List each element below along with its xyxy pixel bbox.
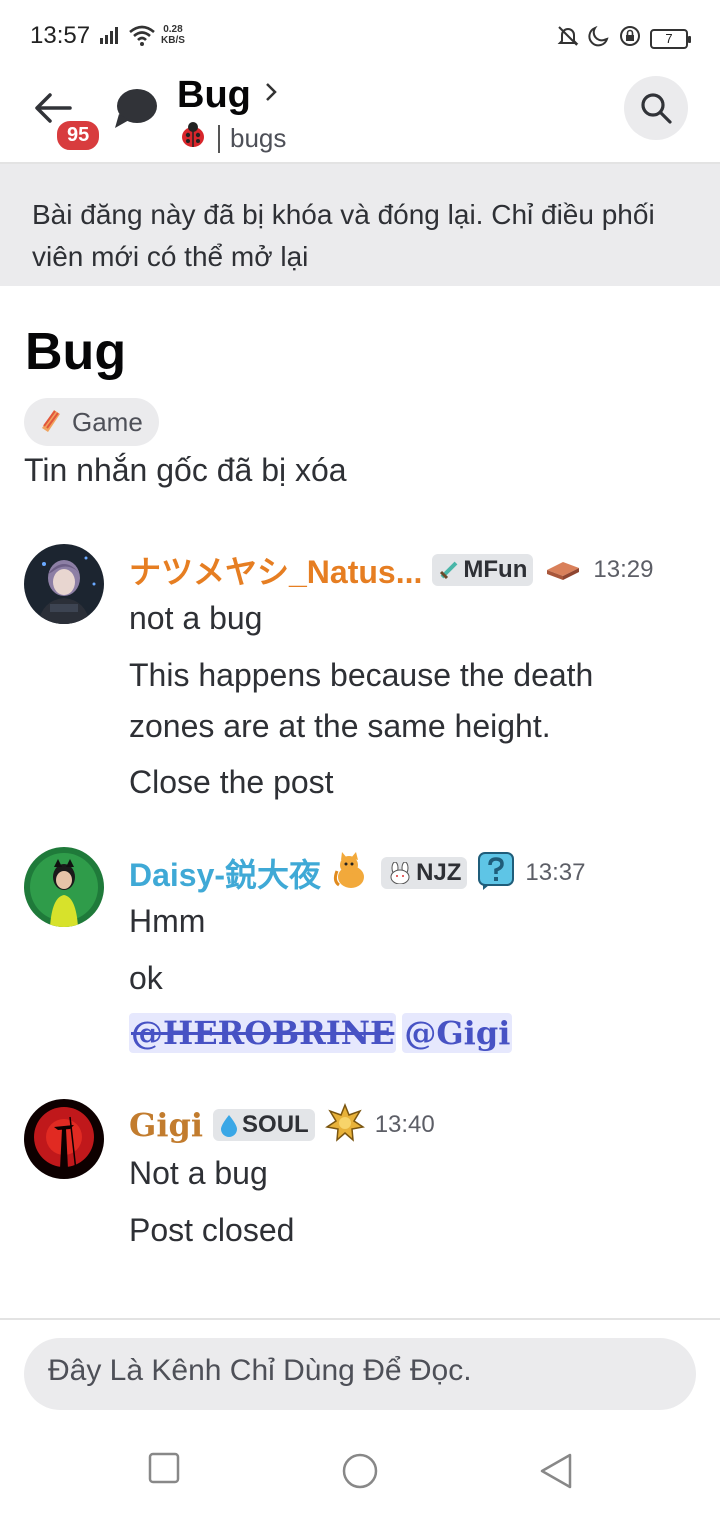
home-button[interactable] — [341, 1452, 379, 1495]
tag-label: Game — [72, 406, 143, 437]
square-icon — [148, 1452, 180, 1484]
recents-button[interactable] — [148, 1452, 180, 1489]
signal-icon — [100, 26, 124, 49]
tag-emoji-icon — [38, 406, 64, 439]
channel-separator — [218, 124, 220, 153]
composer-placeholder: Đây Là Kênh Chỉ Dùng Để Đọc. — [48, 1354, 472, 1387]
channel-name: bugs — [230, 123, 287, 153]
system-nav-bar — [0, 1428, 720, 1520]
composer-bar: Đây Là Kênh Chỉ Dùng Để Đọc. — [0, 1318, 720, 1428]
bunny-icon — [390, 862, 410, 884]
username[interactable]: Daisy-鋭大夜 — [129, 850, 321, 896]
mentions-line: @HEROBRINE @Gigi — [129, 1013, 513, 1053]
message-timestamp: 13:29 — [593, 556, 654, 583]
message-text: Post closed — [129, 1212, 295, 1248]
avatar[interactable] — [24, 1099, 104, 1179]
message-text: not a bug — [129, 600, 263, 636]
avatar[interactable] — [24, 847, 104, 927]
username[interactable]: ナツメヤシ_Natus... — [129, 547, 422, 593]
battery-level: 7 — [665, 31, 673, 46]
water-drop-icon — [221, 1115, 238, 1137]
unread-badge: 95 — [54, 118, 103, 153]
thread-bubble-icon — [113, 88, 159, 135]
brick-icon — [543, 554, 583, 587]
user-mention[interactable]: @HEROBRINE — [129, 1013, 397, 1053]
question-block-icon — [477, 851, 515, 896]
status-bar: 13:57 0.28 KB/S 7 — [0, 0, 720, 72]
locked-banner-text: Bài đăng này đã bị khóa và đóng lại. Chỉ… — [32, 199, 655, 272]
wifi-icon — [128, 24, 156, 51]
channel-link[interactable]: bugs — [178, 120, 286, 157]
search-icon — [641, 93, 672, 124]
bell-muted-icon — [556, 24, 580, 53]
message-timestamp: 13:40 — [374, 1111, 435, 1138]
message-text: zones are at the same height. — [129, 708, 551, 744]
role-tag: MFun — [432, 554, 534, 586]
post-tag[interactable]: Game — [24, 398, 159, 446]
rotation-lock-icon — [618, 24, 642, 53]
message-text: Not a bug — [129, 1155, 268, 1191]
role-tag: NJZ — [381, 857, 468, 889]
read-only-composer[interactable]: Đây Là Kênh Chỉ Dùng Để Đọc. — [24, 1338, 696, 1410]
original-deleted-notice: Tin nhắn gốc đã bị xóa — [24, 452, 347, 488]
ladybug-icon — [178, 120, 208, 157]
battery-icon: 7 — [650, 28, 691, 49]
back-nav-button[interactable] — [538, 1452, 574, 1495]
chevron-right-icon — [263, 80, 279, 111]
circle-icon — [342, 1453, 378, 1489]
role-tag-label: MFun — [463, 556, 528, 583]
message-text: Hmm — [129, 903, 206, 939]
thread-header: 95 Bug bugs — [0, 72, 720, 164]
sheriff-badge-icon — [324, 1102, 365, 1148]
message-timestamp: 13:37 — [525, 859, 586, 886]
triangle-back-icon — [540, 1453, 572, 1489]
net-speed-unit: KB/S — [161, 35, 185, 46]
search-button[interactable] — [624, 76, 688, 140]
page-title: Bug — [177, 74, 251, 116]
avatar[interactable] — [24, 544, 104, 624]
user-mention[interactable]: @Gigi — [402, 1013, 513, 1053]
sword-icon — [440, 561, 458, 580]
locked-post-banner: Bài đăng này đã bị khóa và đóng lại. Chỉ… — [0, 164, 720, 286]
message-text: This happens because the death — [129, 657, 594, 693]
moon-icon — [588, 25, 610, 52]
net-speed-value: 0.28 — [163, 24, 183, 35]
role-tag-label: SOUL — [242, 1111, 309, 1138]
thread-title-button[interactable]: Bug — [177, 74, 279, 117]
message-text: Close the post — [129, 764, 334, 800]
username[interactable]: Gigi — [129, 1106, 203, 1144]
role-tag: SOUL — [213, 1109, 315, 1141]
cat-emoji-icon — [331, 851, 371, 896]
status-time: 13:57 — [30, 22, 91, 49]
role-tag-label: NJZ — [416, 859, 462, 886]
message-text: ok — [129, 960, 163, 996]
network-speed: 0.28 KB/S — [161, 24, 185, 46]
post-title: Bug — [25, 323, 127, 381]
